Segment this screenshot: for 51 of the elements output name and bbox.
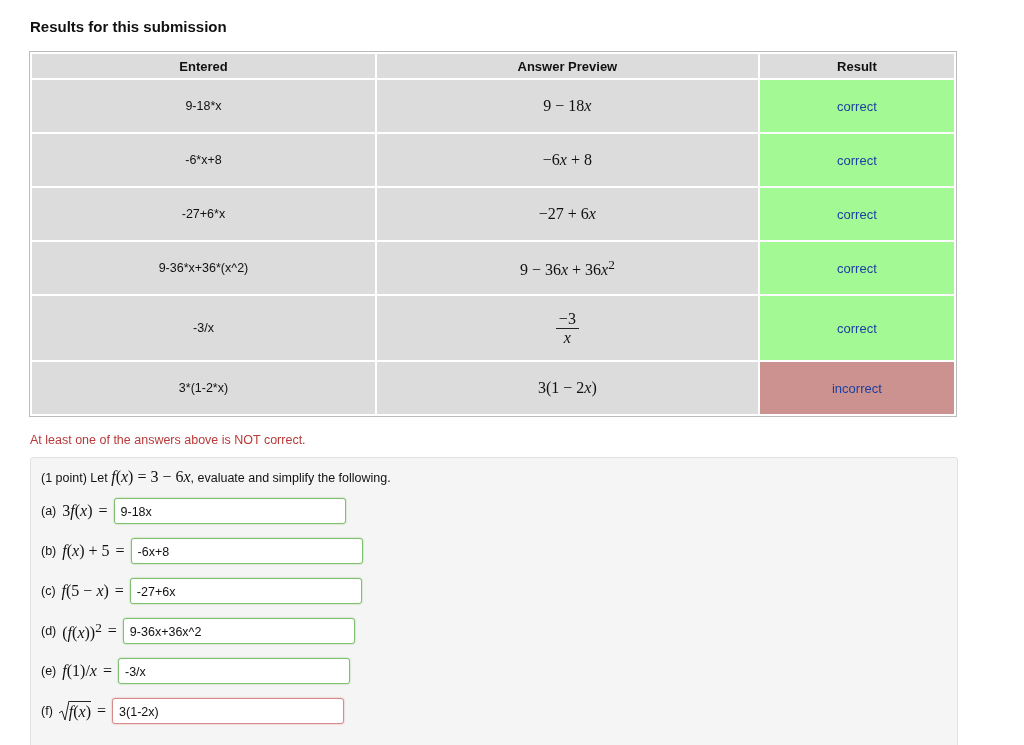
math-preview: −6x + 8 bbox=[542, 151, 592, 168]
part-label: (a) bbox=[41, 504, 57, 518]
table-cell: -27+6*x bbox=[32, 188, 375, 240]
math-expression: f(x) + 5 bbox=[62, 542, 110, 560]
equals-sign: = bbox=[102, 662, 112, 680]
function-definition: f(x) = 3 − 6x bbox=[111, 468, 191, 485]
answer-field[interactable]: -3/x bbox=[118, 658, 350, 684]
column-header: Result bbox=[759, 54, 954, 78]
math-preview: −27 + 6x bbox=[538, 205, 596, 222]
equals-sign: = bbox=[114, 582, 124, 600]
part-label: (b) bbox=[41, 544, 57, 558]
result-cell: correct bbox=[759, 188, 954, 240]
answer-field[interactable]: -27+6x bbox=[129, 578, 362, 604]
radical-sign-icon bbox=[58, 701, 69, 721]
math-preview: 9 − 36x + 36x$^{2}$ bbox=[519, 261, 615, 279]
column-header: Entered bbox=[32, 54, 375, 78]
error-message: At least one of the answers above is NOT correct. bbox=[30, 433, 307, 447]
table-cell: 9-18*x bbox=[32, 80, 375, 132]
part-label: (e) bbox=[41, 664, 57, 678]
result-cell: correct bbox=[759, 296, 954, 360]
answer-field[interactable]: 9-18x bbox=[113, 498, 346, 524]
section-title: Results for this submission bbox=[30, 18, 228, 35]
answer-field[interactable]: 3(1-2x) bbox=[112, 698, 345, 724]
math-expression: f(1)/x bbox=[62, 662, 97, 680]
table-cell: -6*x+8 bbox=[32, 134, 375, 186]
fraction-preview: −3 x bbox=[555, 309, 579, 347]
equals-sign: = bbox=[98, 502, 108, 520]
result-cell: correct bbox=[759, 242, 954, 294]
math-expression: 3f(x) bbox=[62, 502, 93, 520]
problem-instruction: , evaluate and simplify the following. bbox=[190, 471, 391, 485]
math-expression: (f(x))$^{2}$ bbox=[62, 619, 102, 643]
math-expression: f(5 − x) bbox=[61, 582, 109, 600]
part-label: (d) bbox=[41, 624, 57, 638]
part-label: (c) bbox=[41, 584, 56, 598]
equals-sign: = bbox=[107, 622, 117, 640]
square-root-expression: f(x) bbox=[58, 701, 92, 721]
answer-field[interactable]: -6x+8 bbox=[130, 538, 363, 564]
equals-sign: = bbox=[97, 702, 107, 720]
result-cell: correct bbox=[759, 80, 954, 132]
math-preview: 3(1 − 2x) bbox=[538, 379, 597, 396]
table-cell: 9-36*x+36*(x^2) bbox=[32, 242, 375, 294]
math-preview: 9 − 18x bbox=[543, 97, 592, 114]
result-cell: correct bbox=[759, 134, 954, 186]
problem-statement: (1 point) Let bbox=[41, 471, 108, 485]
table-cell: -3/x bbox=[32, 296, 375, 360]
result-cell: incorrect bbox=[759, 362, 954, 414]
column-header: Answer Preview bbox=[376, 54, 758, 78]
equals-sign: = bbox=[115, 542, 125, 560]
table-cell: 3*(1-2*x) bbox=[32, 362, 375, 414]
part-label: (f) bbox=[41, 704, 53, 718]
answer-field[interactable]: 9-36x+36x^2 bbox=[122, 618, 355, 644]
